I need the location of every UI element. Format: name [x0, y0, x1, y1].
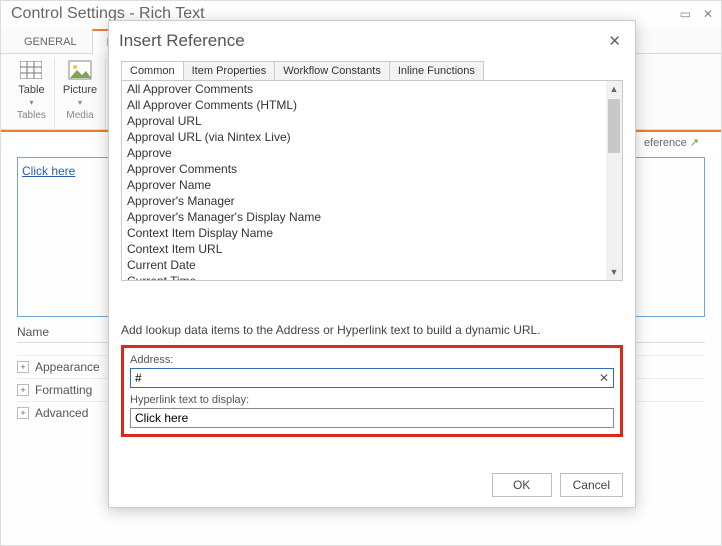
dialog-title: Insert Reference — [119, 31, 245, 51]
ribbon-picture-button[interactable]: Picture ▾ — [63, 58, 97, 107]
chevron-down-icon: ▾ — [78, 98, 82, 107]
scroll-down-icon[interactable]: ▼ — [606, 264, 622, 280]
address-field-wrap: ✕ — [130, 368, 614, 388]
external-link-icon: ↗ — [690, 136, 699, 149]
ribbon-table-button[interactable]: Table ▾ — [17, 58, 46, 107]
list-item[interactable]: All Approver Comments — [122, 81, 606, 97]
ribbon-picture-label: Picture — [63, 84, 97, 96]
picture-icon — [66, 58, 94, 82]
list-item[interactable]: Approval URL (via Nintex Live) — [122, 129, 606, 145]
editor-hyperlink[interactable]: Click here — [22, 164, 75, 178]
close-parent-icon[interactable]: ✕ — [703, 7, 713, 21]
dialog-footer: OK Cancel — [109, 471, 635, 507]
tab-workflow-constants[interactable]: Workflow Constants — [274, 61, 390, 80]
clear-icon[interactable]: ✕ — [599, 371, 609, 385]
expand-icon[interactable]: + — [17, 407, 29, 419]
reference-tabs: Common Item Properties Workflow Constant… — [121, 61, 623, 81]
list-item[interactable]: Context Item Display Name — [122, 225, 606, 241]
scrollbar[interactable]: ▲ ▼ — [606, 81, 622, 280]
insert-reference-button[interactable]: eference ↗ — [644, 136, 705, 149]
prop-label: Appearance — [35, 360, 100, 374]
hyperlink-text-input[interactable] — [135, 411, 609, 425]
reference-label: eference — [644, 137, 687, 149]
tab-inline-functions[interactable]: Inline Functions — [389, 61, 484, 80]
ribbon-group-tables: Tables — [17, 110, 46, 121]
cancel-button[interactable]: Cancel — [560, 473, 623, 497]
tab-general[interactable]: GENERAL — [9, 29, 92, 53]
insert-reference-dialog: Insert Reference ✕ Common Item Propertie… — [108, 20, 636, 508]
detach-icon[interactable]: ▭ — [680, 7, 691, 21]
expand-icon[interactable]: + — [17, 384, 29, 396]
list-item[interactable]: Current Date — [122, 257, 606, 273]
url-fields-highlight: Address: ✕ Hyperlink text to display: — [121, 345, 623, 437]
list-item[interactable]: Approval URL — [122, 113, 606, 129]
dialog-header: Insert Reference ✕ — [109, 21, 635, 51]
list-item[interactable]: Approve — [122, 145, 606, 161]
list-item[interactable]: Context Item URL — [122, 241, 606, 257]
tab-item-properties[interactable]: Item Properties — [183, 61, 276, 80]
list-item[interactable]: All Approver Comments (HTML) — [122, 97, 606, 113]
list-item[interactable]: Approver Name — [122, 177, 606, 193]
ribbon-table-label: Table — [18, 84, 44, 96]
chevron-down-icon: ▾ — [29, 98, 33, 107]
hyperlink-text-label: Hyperlink text to display: — [130, 394, 614, 406]
prop-label: Advanced — [35, 406, 88, 420]
tab-common[interactable]: Common — [121, 61, 184, 80]
instruction-text: Add lookup data items to the Address or … — [121, 323, 623, 337]
address-input[interactable] — [135, 371, 599, 385]
reference-listbox[interactable]: All Approver Comments All Approver Comme… — [121, 81, 623, 281]
scroll-up-icon[interactable]: ▲ — [606, 81, 622, 97]
ok-button[interactable]: OK — [492, 473, 552, 497]
list-item[interactable]: Approver's Manager — [122, 193, 606, 209]
table-icon — [17, 58, 45, 82]
expand-icon[interactable]: + — [17, 361, 29, 373]
list-item[interactable]: Approver's Manager's Display Name — [122, 209, 606, 225]
hyperlink-field-wrap — [130, 408, 614, 428]
prop-label: Formatting — [35, 383, 92, 397]
scroll-thumb[interactable] — [608, 99, 620, 153]
close-icon[interactable]: ✕ — [608, 32, 621, 50]
ribbon-group-media: Media — [63, 110, 97, 121]
address-label: Address: — [130, 354, 614, 366]
list-item[interactable]: Current Time — [122, 273, 606, 280]
list-item[interactable]: Approver Comments — [122, 161, 606, 177]
